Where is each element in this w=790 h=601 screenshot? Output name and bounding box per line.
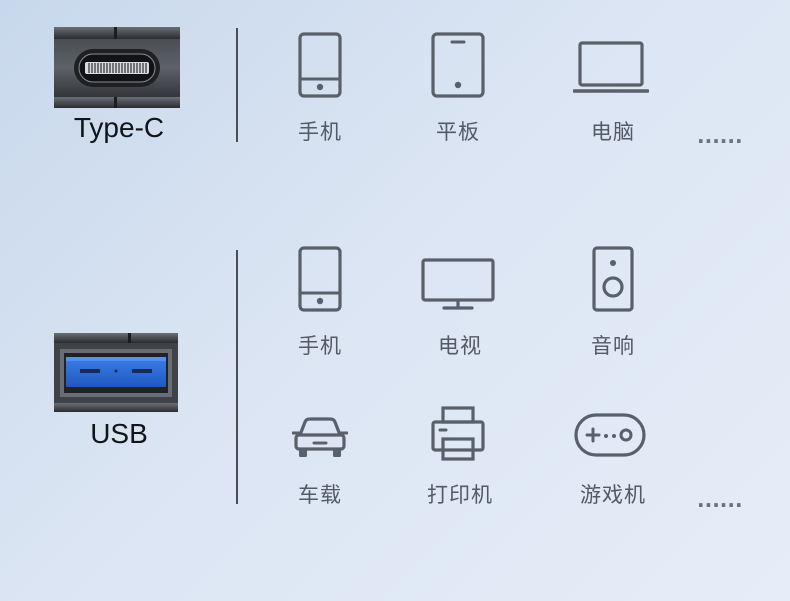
more-indicator: ......: [697, 488, 743, 512]
device-tablet: [398, 32, 518, 98]
device-label: 音响: [591, 334, 635, 358]
device-label: 打印机: [427, 483, 493, 507]
device-printer: [398, 405, 518, 463]
device-label: 电视: [438, 334, 482, 358]
device-car: [260, 413, 380, 463]
printer-icon: [431, 406, 485, 461]
device-tv: [398, 257, 518, 313]
device-label: 车载: [298, 483, 342, 507]
tv-icon: [421, 258, 495, 310]
laptop-icon: [573, 41, 649, 93]
device-label: 平板: [436, 120, 480, 144]
more-indicator: ......: [697, 124, 743, 148]
typec-port-icon: [54, 27, 180, 108]
device-label: 手机: [298, 334, 342, 358]
device-label: 游戏机: [580, 483, 646, 507]
gamepad-icon: [574, 413, 646, 457]
usb-port-icon: [54, 333, 178, 412]
typec-label: Type-C: [73, 112, 165, 143]
device-label: 手机: [298, 120, 342, 144]
device-speaker: [553, 246, 673, 312]
speaker-icon: [592, 246, 634, 312]
device-laptop: [551, 40, 671, 96]
device-phone: [260, 32, 380, 98]
device-label: 电脑: [591, 120, 635, 144]
usb-label: USB: [90, 418, 148, 449]
device-gamepad: [550, 412, 670, 458]
car-icon: [292, 417, 348, 457]
phone-icon: [298, 32, 342, 98]
device-phone: [260, 246, 380, 312]
tablet-icon: [431, 32, 485, 98]
typec-divider: [236, 28, 238, 142]
usb-divider: [236, 250, 238, 504]
phone-icon: [298, 246, 342, 312]
